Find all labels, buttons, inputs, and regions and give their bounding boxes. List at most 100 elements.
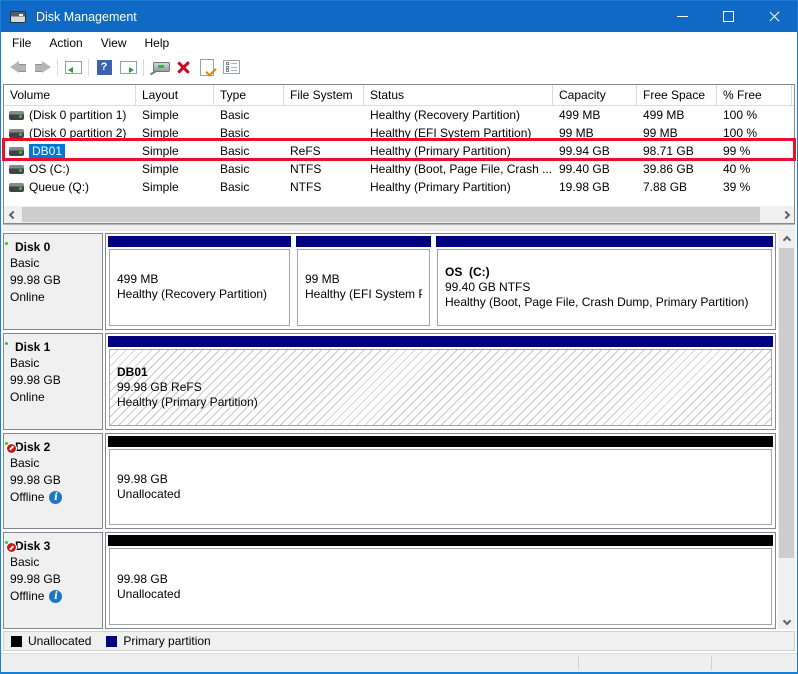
column-header-free-space[interactable]: Free Space — [637, 85, 717, 105]
partition-name: DB01 — [117, 365, 764, 380]
help-button[interactable] — [92, 56, 116, 78]
cell-pct-free: 99 % — [717, 144, 792, 158]
partition-status: Healthy (Primary Partition) — [117, 395, 764, 410]
cell-layout: Simple — [136, 126, 214, 140]
disk-0-partitions: 499 MB Healthy (Recovery Partition) 99 M… — [105, 233, 776, 330]
disk-row-0: Disk 0 Basic 99.98 GB Online 499 MB Heal… — [3, 233, 776, 330]
chevron-left-icon — [8, 210, 16, 218]
back-button[interactable] — [6, 56, 30, 78]
unallocated-space[interactable]: 99.98 GB Unallocated — [107, 534, 774, 627]
cell-type: Basic — [214, 126, 284, 140]
menu-action[interactable]: Action — [40, 33, 91, 53]
legend-bar: Unallocated Primary partition — [3, 631, 795, 651]
cell-file-system: NTFS — [284, 180, 364, 194]
disk-3-label[interactable]: Disk 3 Basic 99.98 GB Offline — [3, 532, 103, 629]
partition-db01[interactable]: DB01 99.98 GB ReFS Healthy (Primary Part… — [107, 335, 774, 428]
menu-help[interactable]: Help — [136, 33, 179, 53]
table-row-selected[interactable]: DB01 Simple Basic ReFS Healthy (Primary … — [4, 142, 794, 160]
properties-button[interactable] — [219, 56, 243, 78]
partition-color-bar — [296, 236, 431, 247]
scroll-right-button[interactable] — [777, 206, 794, 223]
cell-type: Basic — [214, 144, 284, 158]
partition-os-c[interactable]: OS (C:) 99.40 GB NTFS Healthy (Boot, Pag… — [435, 235, 774, 328]
partition-color-bar — [108, 436, 773, 447]
info-icon[interactable] — [49, 491, 62, 504]
scroll-left-button[interactable] — [4, 206, 21, 223]
table-row[interactable]: (Disk 0 partition 1) Simple Basic Health… — [4, 106, 794, 124]
column-header-pct-free[interactable]: % Free — [717, 85, 792, 105]
cell-capacity: 99.40 GB — [553, 162, 637, 176]
show-console-tree-button[interactable] — [61, 56, 85, 78]
disk-0-label[interactable]: Disk 0 Basic 99.98 GB Online — [3, 233, 103, 330]
volume-name: OS (C:) — [29, 162, 70, 176]
volume-icon — [9, 111, 24, 120]
volume-name-selected: DB01 — [29, 144, 65, 158]
pane-splitter[interactable] — [3, 224, 795, 231]
mark-active-button[interactable] — [195, 56, 219, 78]
volume-icon — [9, 183, 24, 192]
action-pane-icon — [120, 61, 137, 74]
disk-2-label[interactable]: Disk 2 Basic 99.98 GB Offline — [3, 433, 103, 530]
forward-icon — [34, 61, 51, 73]
column-header-layout[interactable]: Layout — [136, 85, 214, 105]
cell-pct-free: 39 % — [717, 180, 792, 194]
legend-item-unallocated: Unallocated — [11, 634, 91, 648]
offline-badge-icon — [6, 443, 17, 454]
close-button[interactable] — [751, 1, 797, 32]
disk-size: 99.98 GB — [10, 373, 102, 388]
volume-icon — [9, 147, 24, 156]
disk-state: Offline — [10, 589, 44, 604]
minimize-button[interactable] — [659, 1, 705, 32]
maximize-button[interactable] — [705, 1, 751, 32]
menu-view[interactable]: View — [92, 33, 136, 53]
column-header-capacity[interactable]: Capacity — [553, 85, 637, 105]
partition-recovery[interactable]: 499 MB Healthy (Recovery Partition) — [107, 235, 292, 328]
unallocated-space[interactable]: 99.98 GB Unallocated — [107, 435, 774, 528]
cell-layout: Simple — [136, 144, 214, 158]
disk-2-partitions: 99.98 GB Unallocated — [105, 433, 776, 530]
partition-color-bar — [436, 236, 773, 247]
disk-1-label[interactable]: Disk 1 Basic 99.98 GB Online — [3, 333, 103, 430]
volume-list-pane: Volume Layout Type File System Status Ca… — [3, 84, 795, 224]
disk-name: Disk 2 — [15, 440, 50, 454]
rescan-disks-button[interactable] — [147, 56, 171, 78]
disk-type: Basic — [10, 356, 102, 371]
volume-table-header: Volume Layout Type File System Status Ca… — [4, 85, 794, 106]
disk-graphical-pane: Disk 0 Basic 99.98 GB Online 499 MB Heal… — [3, 231, 795, 629]
cell-pct-free: 40 % — [717, 162, 792, 176]
cell-capacity: 99 MB — [553, 126, 637, 140]
cell-free-space: 98.71 GB — [637, 144, 717, 158]
status-bar-divider — [711, 656, 712, 670]
partition-color-bar — [108, 535, 773, 546]
info-icon[interactable] — [49, 590, 62, 603]
disk-management-icon — [10, 11, 26, 23]
table-row[interactable]: Queue (Q:) Simple Basic NTFS Healthy (Pr… — [4, 178, 794, 196]
show-action-pane-button[interactable] — [116, 56, 140, 78]
column-header-type[interactable]: Type — [214, 85, 284, 105]
table-row[interactable]: OS (C:) Simple Basic NTFS Healthy (Boot,… — [4, 160, 794, 178]
scroll-down-button[interactable] — [778, 612, 795, 629]
volume-table-body: (Disk 0 partition 1) Simple Basic Health… — [4, 106, 794, 206]
disk-type: Basic — [10, 256, 102, 271]
cell-capacity: 99.94 GB — [553, 144, 637, 158]
table-row[interactable]: (Disk 0 partition 2) Simple Basic Health… — [4, 124, 794, 142]
cell-free-space: 39.86 GB — [637, 162, 717, 176]
scroll-up-button[interactable] — [778, 231, 795, 248]
rescan-disks-icon — [150, 61, 169, 74]
vertical-scroll-thumb[interactable] — [779, 248, 794, 558]
partition-size: 99.98 GB ReFS — [117, 380, 764, 395]
column-header-file-system[interactable]: File System — [284, 85, 364, 105]
disk-size: 99.98 GB — [10, 473, 102, 488]
delete-volume-button[interactable] — [171, 56, 195, 78]
horizontal-scroll-thumb[interactable] — [22, 207, 760, 222]
partition-efi[interactable]: 99 MB Healthy (EFI System Partition) — [295, 235, 432, 328]
forward-button[interactable] — [30, 56, 54, 78]
column-header-volume[interactable]: Volume — [4, 85, 136, 105]
column-header-status[interactable]: Status — [364, 85, 553, 105]
disk-state: Online — [10, 390, 45, 405]
cell-status: Healthy (EFI System Partition) — [364, 126, 553, 140]
title-bar[interactable]: Disk Management — [1, 1, 797, 32]
primary-partition-swatch — [106, 636, 117, 647]
menu-file[interactable]: File — [3, 33, 40, 53]
partition-color-bar — [108, 336, 773, 347]
